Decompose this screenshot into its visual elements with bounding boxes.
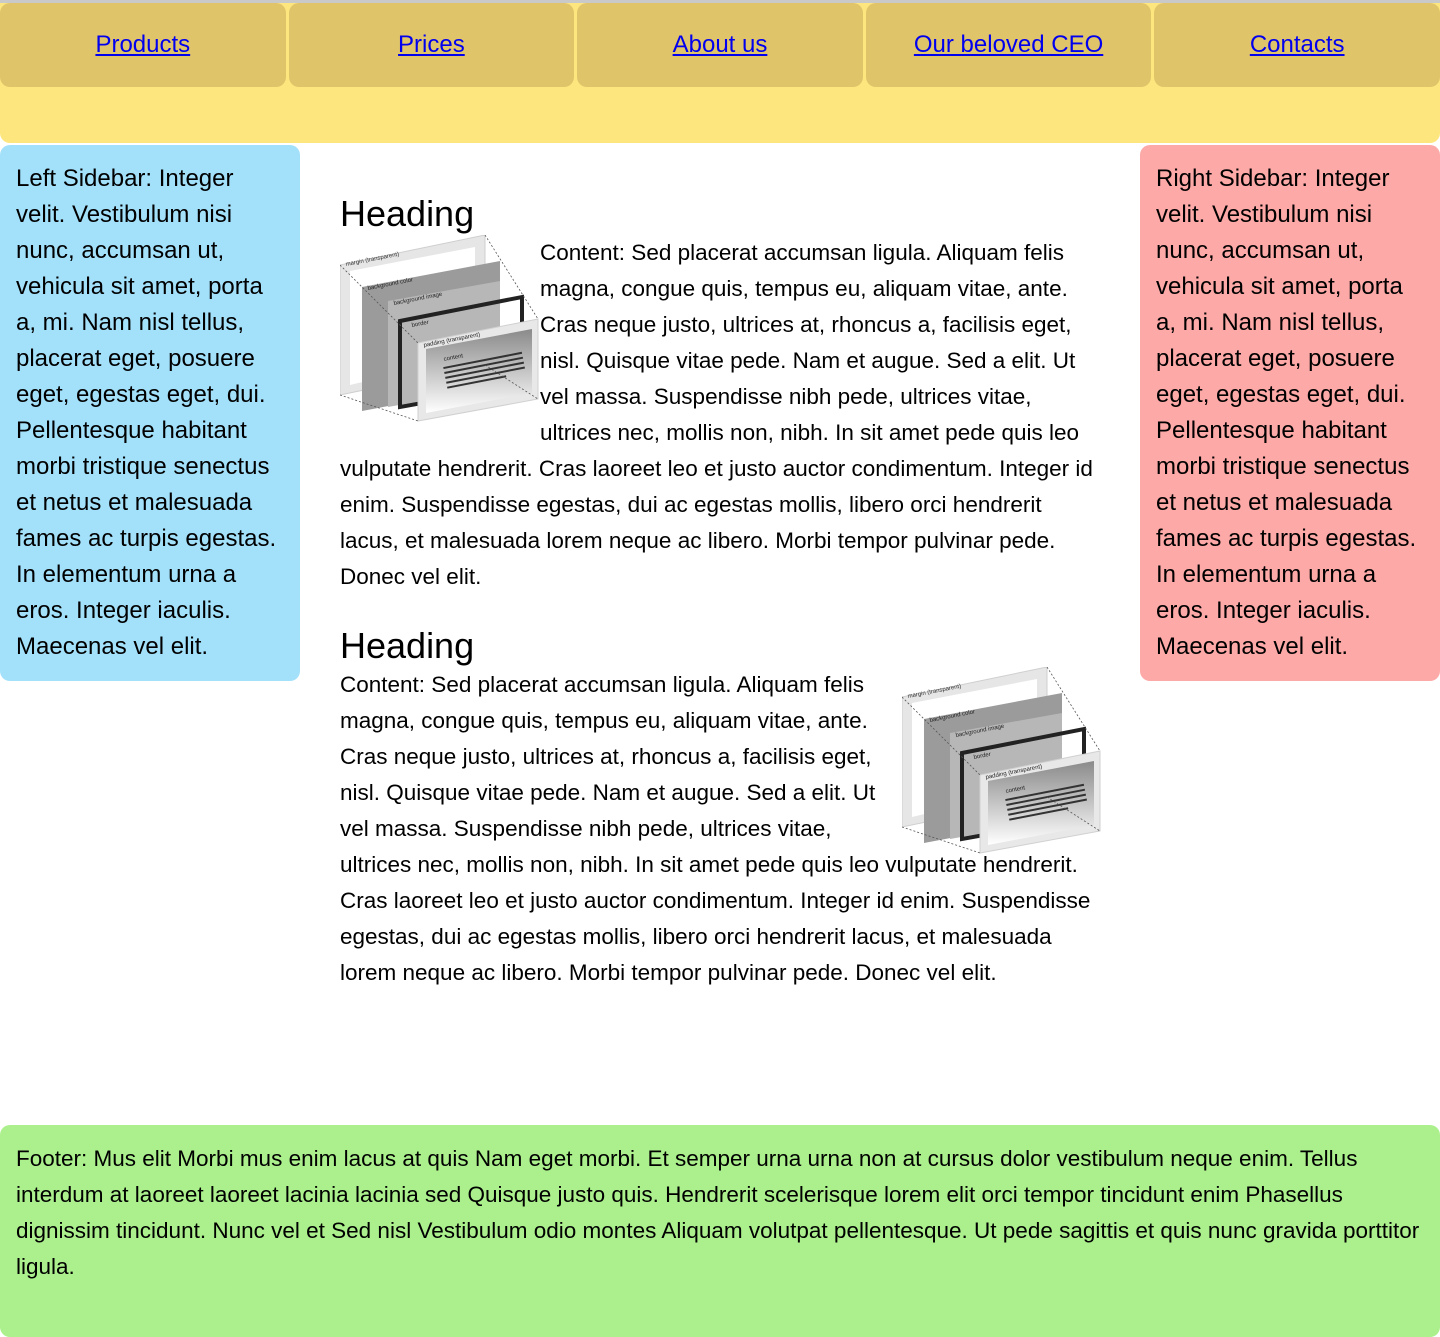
right-sidebar-text: Right Sidebar: Integer velit. Vestibulum…: [1156, 165, 1417, 660]
article-2-figure: margin (transparent) background color ba…: [901, 666, 1102, 854]
nav-link-prices[interactable]: Prices: [398, 31, 465, 59]
nav-link-contacts[interactable]: Contacts: [1250, 31, 1345, 59]
nav-item-about-us[interactable]: About us: [577, 3, 863, 87]
nav-item-prices[interactable]: Prices: [288, 3, 575, 87]
article-1-heading: Heading: [340, 193, 475, 234]
article-1: Heading margin (transparent) background …: [339, 193, 1100, 595]
left-sidebar: Left Sidebar: Integer velit. Vestibulum …: [0, 145, 300, 681]
right-sidebar: Right Sidebar: Integer velit. Vestibulum…: [1140, 145, 1440, 681]
left-sidebar-text: Left Sidebar: Integer velit. Vestibulum …: [16, 165, 277, 660]
nav-link-ceo[interactable]: Our beloved CEO: [914, 31, 1103, 59]
nav-link-about-us[interactable]: About us: [673, 31, 768, 59]
nav-item-products[interactable]: Products: [0, 3, 286, 87]
footer: Footer: Mus elit Morbi mus enim lacus at…: [0, 1125, 1440, 1337]
nav-item-ceo[interactable]: Our beloved CEO: [865, 3, 1152, 87]
box-model-diagram: margin (transparent) background color ba…: [901, 666, 1101, 854]
main-content: Heading margin (transparent) background …: [339, 193, 1102, 991]
nav-item-contacts[interactable]: Contacts: [1154, 3, 1440, 87]
box-model-diagram: margin (transparent) background color ba…: [339, 234, 539, 422]
nav-bar: Products Prices About us Our beloved CEO…: [0, 3, 1440, 87]
article-1-figure: margin (transparent) background color ba…: [339, 234, 540, 425]
footer-text: Footer: Mus elit Morbi mus enim lacus at…: [16, 1146, 1420, 1279]
article-2-heading: Heading: [340, 625, 475, 666]
article-2: Heading margin (transparent) background …: [340, 625, 1102, 991]
nav-link-products[interactable]: Products: [95, 31, 190, 59]
header: Products Prices About us Our beloved CEO…: [0, 3, 1440, 143]
